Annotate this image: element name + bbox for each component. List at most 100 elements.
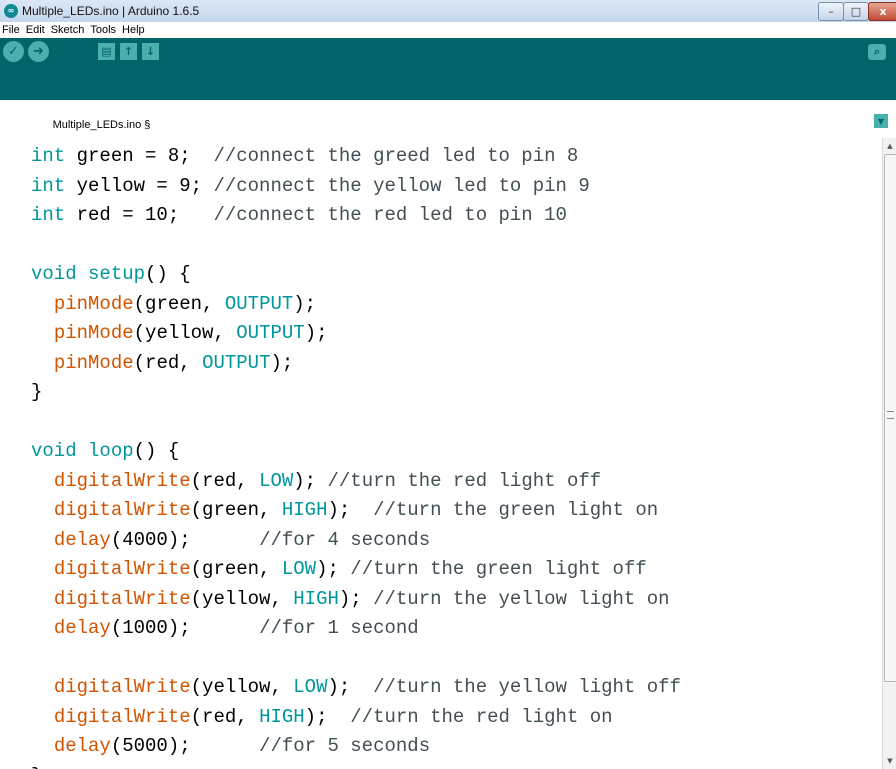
arrow-down-icon: ↓ — [145, 45, 156, 58]
save-sketch-button[interactable]: ↓ — [142, 43, 159, 60]
maximize-icon: □ — [850, 5, 862, 18]
serial-monitor-button[interactable]: ⌕ — [868, 44, 886, 60]
code-line: digitalWrite(green, LOW); //turn the gre… — [31, 555, 681, 585]
code-token-plain: ); — [304, 705, 351, 728]
code-token-plain: (4000); — [110, 528, 260, 551]
code-token-comment: //for 4 seconds — [259, 528, 431, 551]
code-token-plain: (green, — [133, 292, 225, 315]
code-token-constant: HIGH — [281, 499, 328, 521]
code-token-comment: //connect the greed led to pin 8 — [213, 145, 579, 167]
scroll-up-button[interactable]: ▲ — [883, 140, 896, 152]
code-token-plain: (5000); — [110, 735, 260, 757]
code-token-comment: //turn the red light on — [350, 705, 613, 728]
code-token-plain: (green, — [190, 499, 282, 521]
code-line: } — [31, 378, 681, 408]
code-text[interactable]: int green = 8; //connect the greed led t… — [31, 142, 681, 769]
menu-edit[interactable]: Edit — [23, 22, 48, 38]
code-token-function: pinMode — [53, 322, 134, 344]
scroll-thumb[interactable] — [884, 154, 896, 682]
close-button[interactable]: x — [868, 2, 896, 21]
code-line: digitalWrite(red, LOW); //turn the red l… — [31, 467, 681, 497]
code-line: pinMode(red, OUTPUT); — [31, 349, 681, 379]
code-token-plain: () { — [145, 263, 191, 285]
code-token-plain: (red, — [190, 469, 260, 492]
menu-help[interactable]: Help — [119, 22, 148, 38]
vertical-scrollbar[interactable]: ▲ ▼ — [882, 138, 896, 769]
triangle-down-icon: ▼ — [887, 757, 893, 765]
code-token-comment: //turn the green light off — [350, 558, 647, 580]
code-token-keyword: setup — [88, 263, 146, 285]
code-token-comment: //turn the green light on — [373, 499, 659, 521]
code-token-keyword: int — [31, 145, 66, 167]
new-sketch-button[interactable]: ▤ — [98, 43, 115, 60]
code-token-function: digitalWrite — [53, 499, 191, 521]
new-file-icon: ▤ — [101, 45, 112, 58]
code-token-plain: ); — [270, 351, 294, 374]
maximize-button[interactable]: □ — [843, 2, 869, 21]
grip-icon — [887, 411, 894, 419]
tab-multiple-leds[interactable]: Multiple_LEDs.ino § — [28, 111, 175, 138]
code-token-plain: ); — [316, 558, 351, 580]
minimize-icon: – — [828, 5, 834, 18]
code-token-function: digitalWrite — [53, 558, 191, 580]
code-token-function: delay — [53, 528, 111, 551]
arrow-up-icon: ↑ — [123, 45, 134, 58]
close-icon: x — [879, 5, 887, 18]
menu-tools[interactable]: Tools — [87, 22, 119, 38]
verify-button[interactable]: ✓ — [3, 41, 24, 62]
triangle-up-icon: ▲ — [887, 142, 893, 150]
code-token-function: digitalWrite — [53, 676, 191, 698]
code-line: int green = 8; //connect the greed led t… — [31, 142, 681, 172]
tab-label: Multiple_LEDs.ino § — [52, 118, 151, 131]
open-sketch-button[interactable]: ↑ — [120, 43, 137, 60]
scroll-down-button[interactable]: ▼ — [883, 755, 896, 767]
code-token-function: delay — [53, 735, 111, 757]
code-token-comment: //for 5 seconds — [259, 735, 431, 757]
code-token-plain: ); — [327, 499, 374, 521]
code-token-plain: (yellow, — [190, 676, 294, 698]
arduino-logo-icon: ∞ — [4, 4, 18, 18]
code-token-function: digitalWrite — [53, 587, 191, 610]
code-token-plain: ); — [293, 292, 317, 315]
code-token-comment: //connect the yellow led to pin 9 — [213, 174, 590, 197]
code-token-constant: OUTPUT — [236, 322, 305, 344]
code-token-comment: //turn the yellow light on — [373, 587, 670, 610]
code-editor[interactable]: int green = 8; //connect the greed led t… — [0, 138, 882, 769]
upload-button[interactable]: ➜ — [28, 41, 49, 62]
menu-file[interactable]: File — [0, 22, 23, 38]
code-token-plain: (red, — [133, 351, 203, 374]
code-line: void loop() { — [31, 437, 681, 467]
code-token-keyword: void — [31, 263, 77, 285]
code-token-function: digitalWrite — [53, 469, 191, 492]
code-token-keyword: loop — [88, 440, 134, 462]
code-token-plain: } — [31, 381, 43, 403]
code-line: digitalWrite(yellow, LOW); //turn the ye… — [31, 673, 681, 703]
code-token-plain: } — [31, 765, 42, 769]
menu-sketch[interactable]: Sketch — [48, 22, 88, 38]
code-token-comment: //turn the red light off — [327, 469, 602, 492]
minimize-button[interactable]: – — [818, 2, 844, 21]
code-token-constant: LOW — [259, 469, 294, 492]
code-token-plain: ); — [293, 469, 328, 492]
arduino-logo-glyph: ∞ — [7, 6, 15, 15]
code-token-plain: ); — [338, 587, 374, 610]
code-token-plain: (green, — [190, 558, 282, 580]
code-line: digitalWrite(red, HIGH); //turn the red … — [31, 703, 681, 733]
tab-menu-button[interactable]: ▼ — [874, 114, 888, 128]
code-line: delay(4000); //for 4 seconds — [31, 526, 681, 556]
magnifier-icon: ⌕ — [873, 45, 881, 58]
code-token-function: delay — [53, 617, 111, 639]
menu-bar: File Edit Sketch Tools Help — [0, 22, 896, 38]
